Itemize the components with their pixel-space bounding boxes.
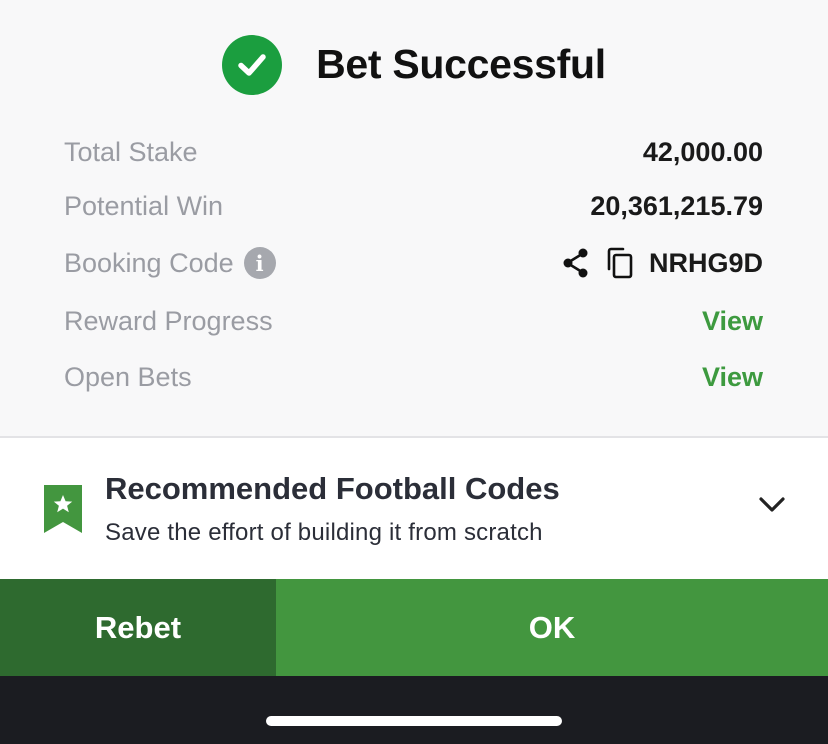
recommended-title: Recommended Football Codes xyxy=(105,471,560,506)
page-title: Bet Successful xyxy=(316,40,606,87)
recommended-codes-panel[interactable]: Recommended Football Codes Save the effo… xyxy=(0,438,828,579)
booking-code-row: Booking Code i NRHG9D xyxy=(64,233,763,293)
chevron-down-icon[interactable] xyxy=(758,496,786,519)
open-bets-label: Open Bets xyxy=(64,361,192,392)
reward-progress-view-link[interactable]: View xyxy=(702,306,763,337)
open-bets-view-link[interactable]: View xyxy=(702,362,763,393)
booking-code-label-group: Booking Code i xyxy=(64,247,276,279)
bookmark-star-icon xyxy=(44,485,82,538)
bet-summary: Total Stake 42,000.00 Potential Win 20,3… xyxy=(64,125,763,404)
info-icon[interactable]: i xyxy=(243,247,276,279)
booking-code-value[interactable]: NRHG9D xyxy=(649,248,763,279)
total-stake-label: Total Stake xyxy=(64,136,198,167)
rebet-button[interactable]: Rebet xyxy=(0,579,276,676)
success-header: Bet Successful xyxy=(0,0,828,128)
action-bar: Rebet OK xyxy=(0,579,828,676)
reward-progress-label: Reward Progress xyxy=(64,306,273,336)
copy-icon[interactable] xyxy=(605,247,635,279)
recommended-subtitle: Save the effort of building it from scra… xyxy=(105,519,543,546)
total-stake-value: 42,000.00 xyxy=(642,136,763,167)
check-circle-icon xyxy=(222,35,283,95)
ok-button[interactable]: OK xyxy=(276,579,828,676)
booking-code-group: NRHG9D xyxy=(561,247,763,279)
open-bets-row: Open Bets View xyxy=(64,350,763,404)
share-icon[interactable] xyxy=(561,247,591,279)
potential-win-value: 20,361,215.79 xyxy=(590,190,763,221)
home-indicator[interactable] xyxy=(266,716,562,726)
reward-progress-row: Reward Progress View xyxy=(64,293,763,350)
potential-win-row: Potential Win 20,361,215.79 xyxy=(64,179,763,233)
booking-code-label: Booking Code xyxy=(64,247,234,278)
total-stake-row: Total Stake 42,000.00 xyxy=(64,125,763,179)
potential-win-label: Potential Win xyxy=(64,190,224,221)
system-home-area xyxy=(0,676,828,744)
